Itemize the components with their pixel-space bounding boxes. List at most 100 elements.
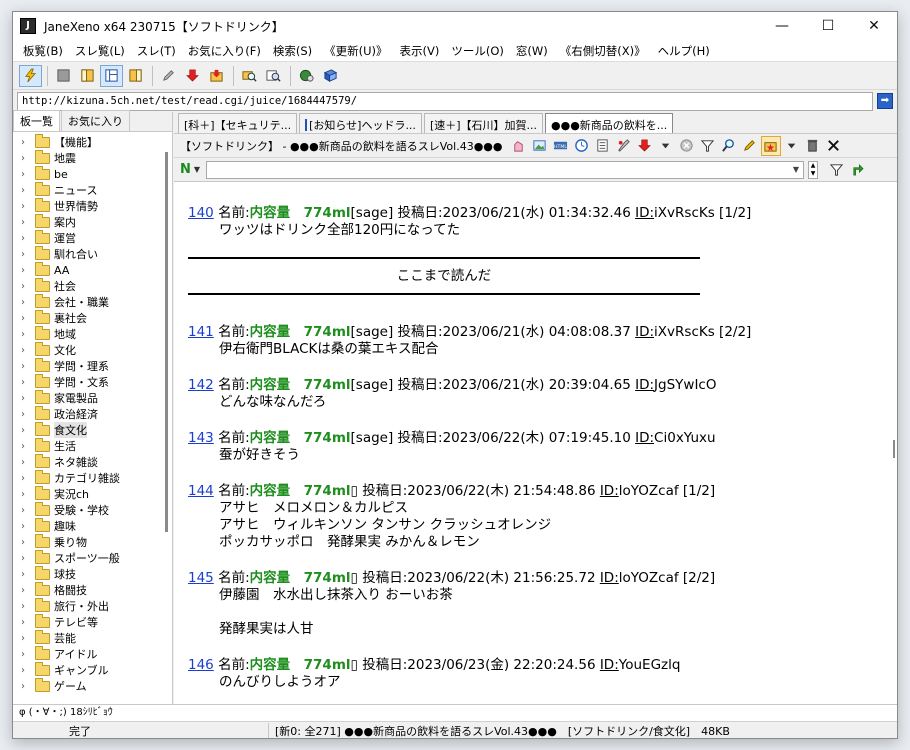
html-view-button[interactable]: HTML	[551, 136, 571, 156]
tree-item[interactable]: › 社会	[13, 277, 163, 294]
tree-item[interactable]: › 旅行・外出	[13, 597, 163, 614]
chevron-right-icon[interactable]: ›	[21, 361, 31, 372]
tree-item[interactable]: › ゲーム	[13, 677, 163, 694]
post-id-label[interactable]: ID:	[600, 570, 619, 586]
filter-button[interactable]	[698, 136, 718, 156]
tree-item[interactable]: › ネタ雑談	[13, 453, 163, 470]
chevron-right-icon[interactable]: ›	[21, 313, 31, 324]
tree-item[interactable]: › テレビ等	[13, 613, 163, 630]
chevron-right-icon[interactable]: ›	[21, 521, 31, 532]
chevron-right-icon[interactable]: ›	[21, 569, 31, 580]
chevron-down-icon[interactable]: ▼	[789, 162, 803, 178]
download-button[interactable]	[181, 65, 204, 87]
menu-view[interactable]: 表示(V)	[394, 40, 446, 62]
tree-item[interactable]: › 裏社会	[13, 309, 163, 326]
thread-search-button[interactable]	[719, 136, 739, 156]
tree-item[interactable]: › スポーツ一般	[13, 549, 163, 566]
tree-item[interactable]: › 食文化	[13, 421, 163, 438]
download-menu-button[interactable]	[656, 136, 676, 156]
chevron-right-icon[interactable]: ›	[21, 153, 31, 164]
chevron-right-icon[interactable]: ›	[21, 537, 31, 548]
tree-item[interactable]: › アイドル	[13, 645, 163, 662]
tab-board-list[interactable]: 板一覧	[13, 110, 60, 131]
maximize-button[interactable]: ☐	[805, 12, 851, 40]
menu-board[interactable]: 板覧(B)	[17, 40, 69, 62]
tree-item[interactable]: › 学問・文系	[13, 373, 163, 390]
chevron-right-icon[interactable]: ›	[21, 249, 31, 260]
chevron-right-icon[interactable]: ›	[21, 345, 31, 356]
post-number-link[interactable]: 142	[188, 377, 214, 393]
tree-item[interactable]: › AA	[13, 261, 163, 278]
thread-content[interactable]: 140 名前:内容量 774ml[sage] 投稿日:2023/06/21(水)…	[174, 182, 890, 704]
post-id-label[interactable]: ID:	[600, 657, 619, 673]
post-number-link[interactable]: 143	[188, 430, 214, 446]
tree-item[interactable]: › 運営	[13, 229, 163, 246]
menu-update[interactable]: 《更新(U)》	[318, 40, 393, 62]
thread-tab[interactable]: [速＋]【石川】加賀...	[423, 113, 544, 133]
url-input[interactable]: http://kizuna.5ch.net/test/read.cgi/juic…	[17, 91, 873, 111]
chevron-right-icon[interactable]: ›	[21, 393, 31, 404]
post-id-label[interactable]: ID:	[635, 377, 654, 393]
chevron-right-icon[interactable]: ›	[21, 665, 31, 676]
tree-item[interactable]: › カテゴリ雑談	[13, 469, 163, 486]
tree-item[interactable]: › 芸能	[13, 629, 163, 646]
go-arrow-icon[interactable]: ➡	[877, 93, 893, 109]
layout-vertical-button[interactable]	[76, 65, 99, 87]
post-id-label[interactable]: ID:	[635, 430, 654, 446]
tree-item[interactable]: › 【機能】	[13, 134, 163, 150]
extract-search-input[interactable]: ▼	[206, 160, 804, 179]
stop-button[interactable]	[677, 136, 697, 156]
tree-item[interactable]: › 実況ch	[13, 485, 163, 502]
tree-item[interactable]: › 球技	[13, 565, 163, 582]
tree-item[interactable]: › 格闘技	[13, 581, 163, 598]
tree-item[interactable]: › 生活	[13, 437, 163, 454]
menu-help[interactable]: ヘルプ(H)	[652, 40, 716, 62]
tree-item[interactable]: › 乗り物	[13, 533, 163, 550]
tree-item[interactable]: › 文化	[13, 341, 163, 358]
chevron-right-icon[interactable]: ›	[21, 297, 31, 308]
chevron-right-icon[interactable]: ›	[21, 585, 31, 596]
tree-item[interactable]: › ニュース	[13, 181, 163, 198]
tab-favorites[interactable]: お気に入り	[61, 110, 130, 131]
tree-item[interactable]: › be	[13, 165, 163, 182]
chevron-right-icon[interactable]: ›	[21, 489, 31, 500]
image-view-button[interactable]	[530, 136, 550, 156]
settings-button[interactable]	[295, 65, 318, 87]
chevron-right-icon[interactable]: ›	[21, 233, 31, 244]
tree-item[interactable]: › 地域	[13, 325, 163, 342]
chevron-right-icon[interactable]: ›	[21, 377, 31, 388]
favorite-folder-button[interactable]	[760, 135, 781, 156]
content-scrollbar[interactable]	[890, 182, 897, 704]
thread-tab[interactable]: ●●●新商品の飲料を...	[545, 113, 674, 133]
search-filter-button[interactable]	[826, 160, 846, 180]
minimize-button[interactable]: —	[759, 12, 805, 40]
chevron-right-icon[interactable]: ›	[21, 601, 31, 612]
chevron-right-icon[interactable]: ›	[21, 473, 31, 484]
favorite-menu-button[interactable]	[782, 136, 802, 156]
menu-window[interactable]: 窓(W)	[510, 40, 554, 62]
layout-three-pane-button[interactable]	[100, 64, 123, 87]
chevron-right-icon[interactable]: ›	[21, 137, 31, 148]
chevron-right-icon[interactable]: ›	[21, 217, 31, 228]
tool-button[interactable]	[614, 136, 634, 156]
tree-item[interactable]: › 会社・職業	[13, 293, 163, 310]
chevron-right-icon[interactable]: ›	[21, 201, 31, 212]
post-number-link[interactable]: 140	[188, 205, 214, 221]
search-spinner[interactable]: ▲ ▼	[808, 160, 818, 179]
thread-write-button[interactable]	[740, 136, 760, 156]
tree-item[interactable]: › ギャンブル	[13, 661, 163, 678]
tree-item[interactable]: › 馴れ合い	[13, 245, 163, 262]
post-number-link[interactable]: 146	[188, 657, 214, 673]
menu-thread[interactable]: スレ(T)	[131, 40, 182, 62]
layout-horizontal-button[interactable]	[124, 65, 147, 87]
chevron-right-icon[interactable]: ›	[21, 265, 31, 276]
menu-thread-list[interactable]: スレ覧(L)	[69, 40, 131, 62]
tree-item[interactable]: › 政治経済	[13, 405, 163, 422]
chevron-right-icon[interactable]: ›	[21, 553, 31, 564]
chevron-right-icon[interactable]: ›	[21, 457, 31, 468]
menu-right-switch[interactable]: 《右側切替(X)》	[554, 40, 652, 62]
post-number-link[interactable]: 145	[188, 570, 214, 586]
chevron-right-icon[interactable]: ›	[21, 633, 31, 644]
menu-tools[interactable]: ツール(O)	[445, 40, 510, 62]
thread-tab[interactable]: [お知らせ]ヘッドラ...	[299, 113, 422, 133]
